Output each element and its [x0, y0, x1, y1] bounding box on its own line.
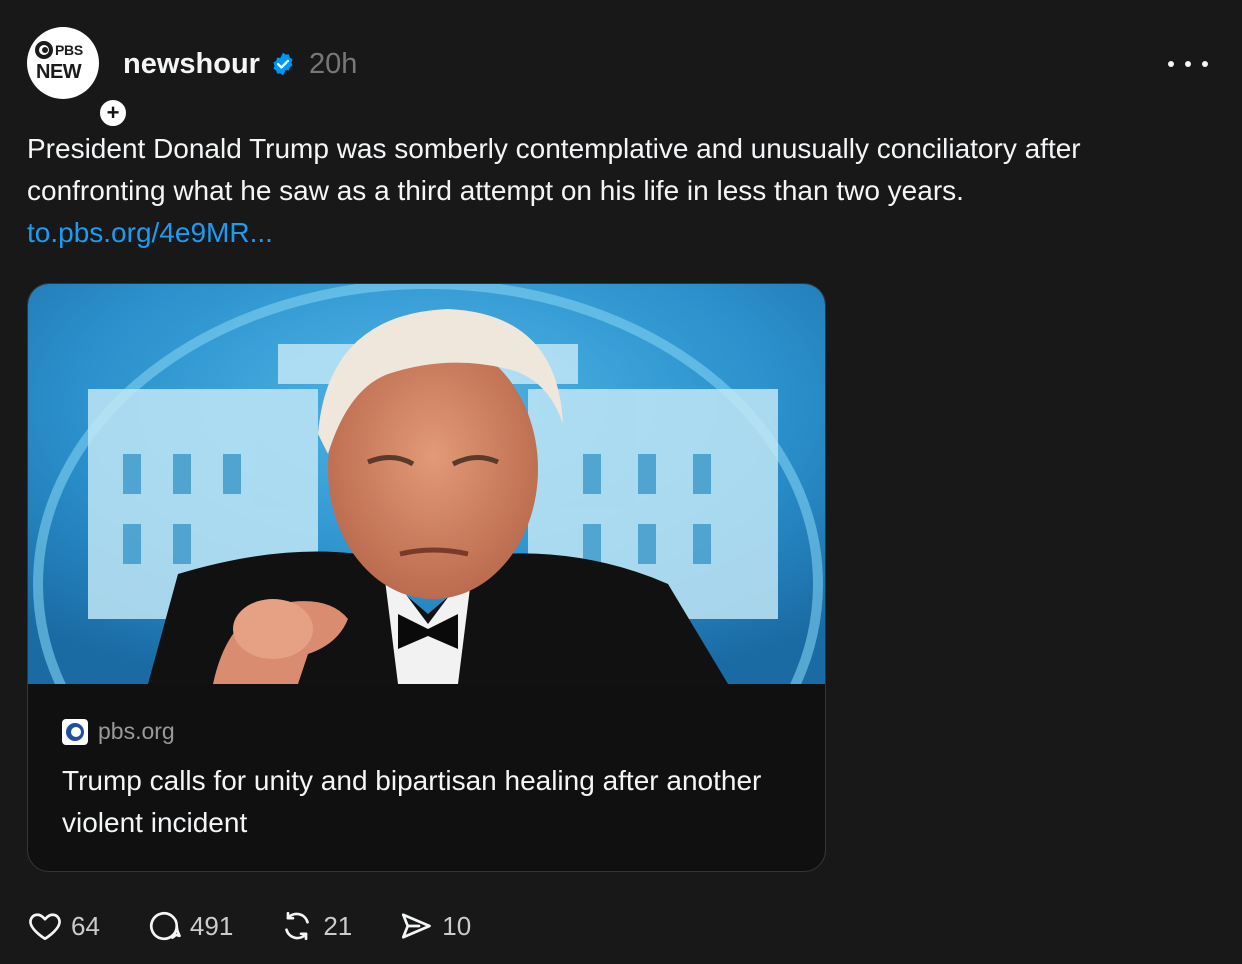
share-icon	[402, 913, 432, 939]
link-preview-card[interactable]: pbs.org Trump calls for unity and bipart…	[27, 283, 826, 872]
reply-button[interactable]: 491	[146, 908, 233, 944]
reply-icon	[149, 911, 181, 941]
repost-count: 21	[323, 910, 353, 941]
card-domain: pbs.org	[98, 718, 175, 744]
repost-icon	[285, 911, 310, 941]
post-text: President Donald Trump was somberly cont…	[27, 133, 1081, 206]
verified-icon	[273, 52, 293, 76]
like-button[interactable]: 64	[27, 908, 100, 944]
pbs-logo: PBS	[35, 41, 83, 59]
post-link[interactable]: to.pbs.org/4e9MR...	[27, 212, 273, 254]
profile-avatar[interactable]: PBS NEW +	[27, 27, 129, 129]
post-actions: 64 491 21 10	[27, 902, 517, 950]
post-time: 20h	[309, 48, 358, 80]
username[interactable]: newshour	[123, 48, 260, 81]
share-count: 10	[442, 910, 472, 941]
trump-photo	[28, 284, 825, 684]
reply-count: 491	[189, 910, 234, 941]
more-dot-icon	[1168, 61, 1174, 67]
avatar-brand: PBS	[55, 42, 83, 58]
avatar-line2: NEW	[36, 61, 82, 83]
plus-icon: +	[106, 100, 120, 125]
like-count: 64	[71, 910, 100, 941]
heart-icon	[29, 913, 61, 941]
more-options-button[interactable]	[1168, 50, 1208, 78]
card-title: Trump calls for unity and bipartisan hea…	[62, 765, 762, 838]
share-button[interactable]: 10	[398, 908, 471, 944]
follow-button[interactable]: +	[97, 97, 129, 129]
pbs-favicon-icon	[62, 718, 88, 745]
pbs-head-icon	[35, 41, 53, 59]
more-dot-icon	[1185, 61, 1191, 67]
more-dot-icon	[1202, 61, 1208, 67]
card-source: pbs.org	[62, 718, 175, 745]
repost-button[interactable]: 21	[279, 908, 352, 944]
